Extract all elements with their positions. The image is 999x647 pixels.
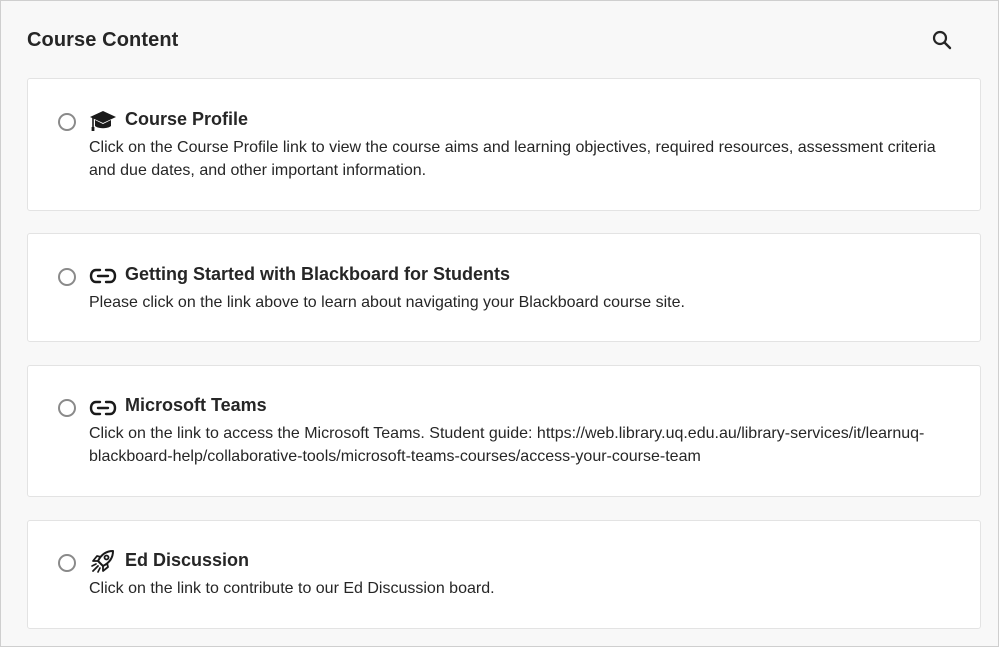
content-item-microsoft-teams: Microsoft Teams Click on the link to acc… <box>27 365 981 497</box>
rocket-icon <box>89 548 117 574</box>
item-select-radio[interactable] <box>58 399 76 417</box>
link-icon <box>89 395 117 421</box>
content-item-getting-started: Getting Started with Blackboard for Stud… <box>27 233 981 342</box>
graduation-cap-icon <box>89 108 117 134</box>
content-item-ed-discussion: Ed Discussion Click on the link to contr… <box>27 520 981 629</box>
search-button[interactable] <box>929 29 955 55</box>
item-title-link[interactable]: Course Profile <box>125 109 248 130</box>
page-title: Course Content <box>27 29 179 51</box>
item-description: Click on the link to access the Microsof… <box>89 425 925 465</box>
course-content-panel: Course Content Course Profile Click on t… <box>0 0 999 647</box>
item-title-link[interactable]: Microsoft Teams <box>125 395 267 416</box>
item-title-link[interactable]: Getting Started with Blackboard for Stud… <box>125 264 510 285</box>
content-item-course-profile: Course Profile Click on the Course Profi… <box>27 78 981 211</box>
link-icon <box>89 263 117 289</box>
search-icon <box>932 30 952 55</box>
item-description: Please click on the link above to learn … <box>89 294 685 311</box>
item-title-link[interactable]: Ed Discussion <box>125 550 249 571</box>
item-select-radio[interactable] <box>58 113 76 131</box>
item-select-radio[interactable] <box>58 268 76 286</box>
item-select-radio[interactable] <box>58 554 76 572</box>
item-description: Click on the link to contribute to our E… <box>89 580 495 597</box>
item-description: Click on the Course Profile link to view… <box>89 139 936 179</box>
